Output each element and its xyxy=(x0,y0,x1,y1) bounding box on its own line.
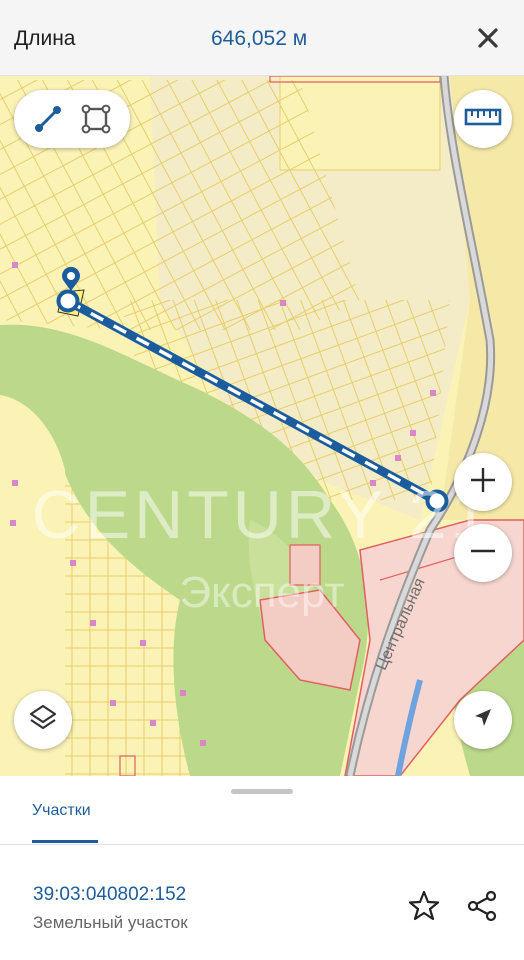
zoom-out-button[interactable] xyxy=(454,524,512,582)
measure-value: 646,052 м xyxy=(211,27,308,50)
measure-label: Длина xyxy=(14,27,76,50)
navigation-arrow-icon xyxy=(470,705,496,736)
parcel-type: Земельный участок xyxy=(33,913,188,932)
close-icon[interactable] xyxy=(474,24,502,52)
share-icon[interactable] xyxy=(464,888,500,924)
parcel-cadastral-number[interactable]: 39:03:040802:152 xyxy=(33,884,186,906)
zoom-in-button[interactable] xyxy=(454,453,512,511)
ruler-button[interactable] xyxy=(454,90,512,148)
tab-parcels[interactable]: Участки xyxy=(32,802,91,820)
layers-button[interactable] xyxy=(14,691,72,749)
ruler-icon xyxy=(464,106,502,133)
measure-header: Длина 646,052 м xyxy=(0,0,524,76)
layers-icon xyxy=(27,702,59,739)
star-icon[interactable] xyxy=(406,888,442,924)
sheet-handle[interactable] xyxy=(231,789,293,794)
line-measure-icon[interactable] xyxy=(28,99,68,139)
area-measure-icon[interactable] xyxy=(76,99,116,139)
plus-icon xyxy=(468,465,498,500)
minus-icon xyxy=(468,536,498,571)
map-canvas xyxy=(0,76,524,776)
map-view[interactable]: CENTURY 21 Эксперт Центральная xyxy=(0,76,524,776)
tab-active-indicator xyxy=(32,840,98,843)
my-location-button[interactable] xyxy=(454,691,512,749)
divider xyxy=(0,844,524,845)
measure-mode-toggle[interactable] xyxy=(14,90,130,148)
bottom-sheet: Участки 39:03:040802:152 Земельный участ… xyxy=(0,776,524,960)
